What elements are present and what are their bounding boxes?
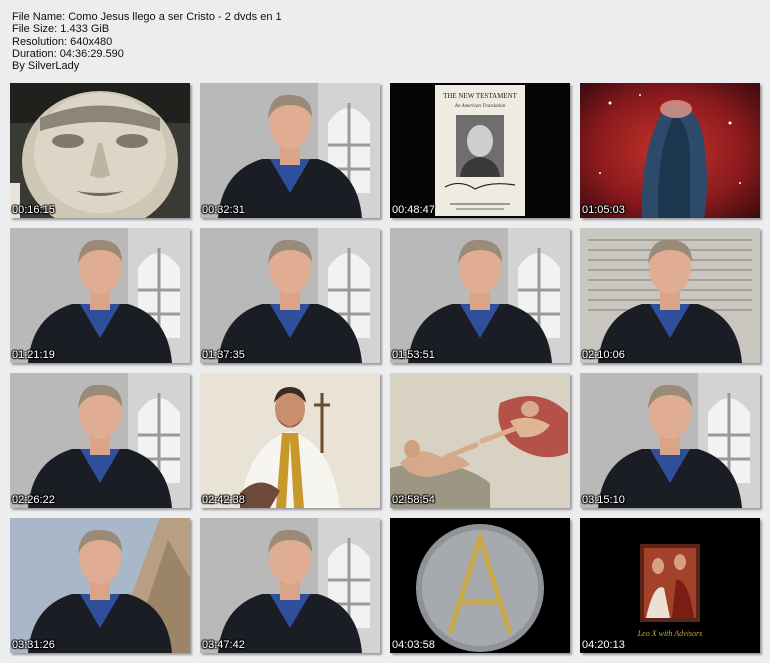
book-title: THE NEW TESTAMENT xyxy=(443,92,518,100)
timestamp: 03:31:26 xyxy=(12,639,55,651)
thumbnail-painting-card[interactable]: Leo X with Advisors 04:20:13 xyxy=(580,518,760,653)
timestamp: 00:32:31 xyxy=(202,204,245,216)
alpha-medallion-image xyxy=(390,518,570,653)
presenter-image xyxy=(10,373,190,508)
thumbnail-nebula[interactable]: 01:05:03 xyxy=(580,83,760,218)
nebula-image xyxy=(580,83,760,218)
thumbnail-presenter[interactable]: 01:53:51 xyxy=(390,228,570,363)
timestamp: 01:21:19 xyxy=(12,349,55,361)
sistine-fresco-image xyxy=(390,373,570,508)
thumbnail-presenter[interactable]: 00:32:31 xyxy=(200,83,380,218)
painting-caption: Leo X with Advisors xyxy=(637,629,703,638)
timestamp: 02:58:54 xyxy=(392,494,435,506)
timestamp: 00:16:15 xyxy=(12,204,55,216)
thumbnail-sistine-fresco[interactable]: 02:58:54 xyxy=(390,373,570,508)
book-subtitle: An American Translation xyxy=(454,104,506,109)
timestamp: 04:03:58 xyxy=(392,639,435,651)
thumbnail-presenter[interactable]: 03:47:42 xyxy=(200,518,380,653)
thumbnail-grid: 00:16:15 00:32:31 THE NEW TESTAMENT An A… xyxy=(0,0,770,663)
thumbnail-presenter-pyramid[interactable]: 03:31:26 xyxy=(10,518,190,653)
thumbnail-alpha-medallion[interactable]: 04:03:58 xyxy=(390,518,570,653)
thumbnail-book-cover[interactable]: THE NEW TESTAMENT An American Translatio… xyxy=(390,83,570,218)
book-cover-image: THE NEW TESTAMENT An American Translatio… xyxy=(390,83,570,218)
presenter-image xyxy=(200,83,380,218)
timestamp: 00:48:47 xyxy=(392,204,435,216)
thumbnail-presenter[interactable]: 02:26:22 xyxy=(10,373,190,508)
timestamp: 03:47:42 xyxy=(202,639,245,651)
saint-painting-image xyxy=(200,373,380,508)
presenter-image xyxy=(10,228,190,363)
statue-face-image xyxy=(10,83,190,218)
presenter-manuscript-image xyxy=(580,228,760,363)
thumbnail-presenter[interactable]: 03:15:10 xyxy=(580,373,760,508)
presenter-image xyxy=(580,373,760,508)
thumbnail-presenter-manuscript[interactable]: 02:10:06 xyxy=(580,228,760,363)
timestamp: 01:37:35 xyxy=(202,349,245,361)
thumbnail-presenter[interactable]: 01:37:35 xyxy=(200,228,380,363)
presenter-pyramid-image xyxy=(10,518,190,653)
timestamp: 02:10:06 xyxy=(582,349,625,361)
presenter-image xyxy=(200,518,380,653)
timestamp: 03:15:10 xyxy=(582,494,625,506)
timestamp: 02:26:22 xyxy=(12,494,55,506)
presenter-image xyxy=(390,228,570,363)
presenter-image xyxy=(200,228,380,363)
timestamp: 02:42:38 xyxy=(202,494,245,506)
timestamp: 01:05:03 xyxy=(582,204,625,216)
timestamp: 01:53:51 xyxy=(392,349,435,361)
timestamp: 04:20:13 xyxy=(582,639,625,651)
painting-card-image: Leo X with Advisors xyxy=(580,518,760,653)
thumbnail-statue-face[interactable]: 00:16:15 xyxy=(10,83,190,218)
thumbnail-saint-painting[interactable]: 02:42:38 xyxy=(200,373,380,508)
thumbnail-presenter[interactable]: 01:21:19 xyxy=(10,228,190,363)
